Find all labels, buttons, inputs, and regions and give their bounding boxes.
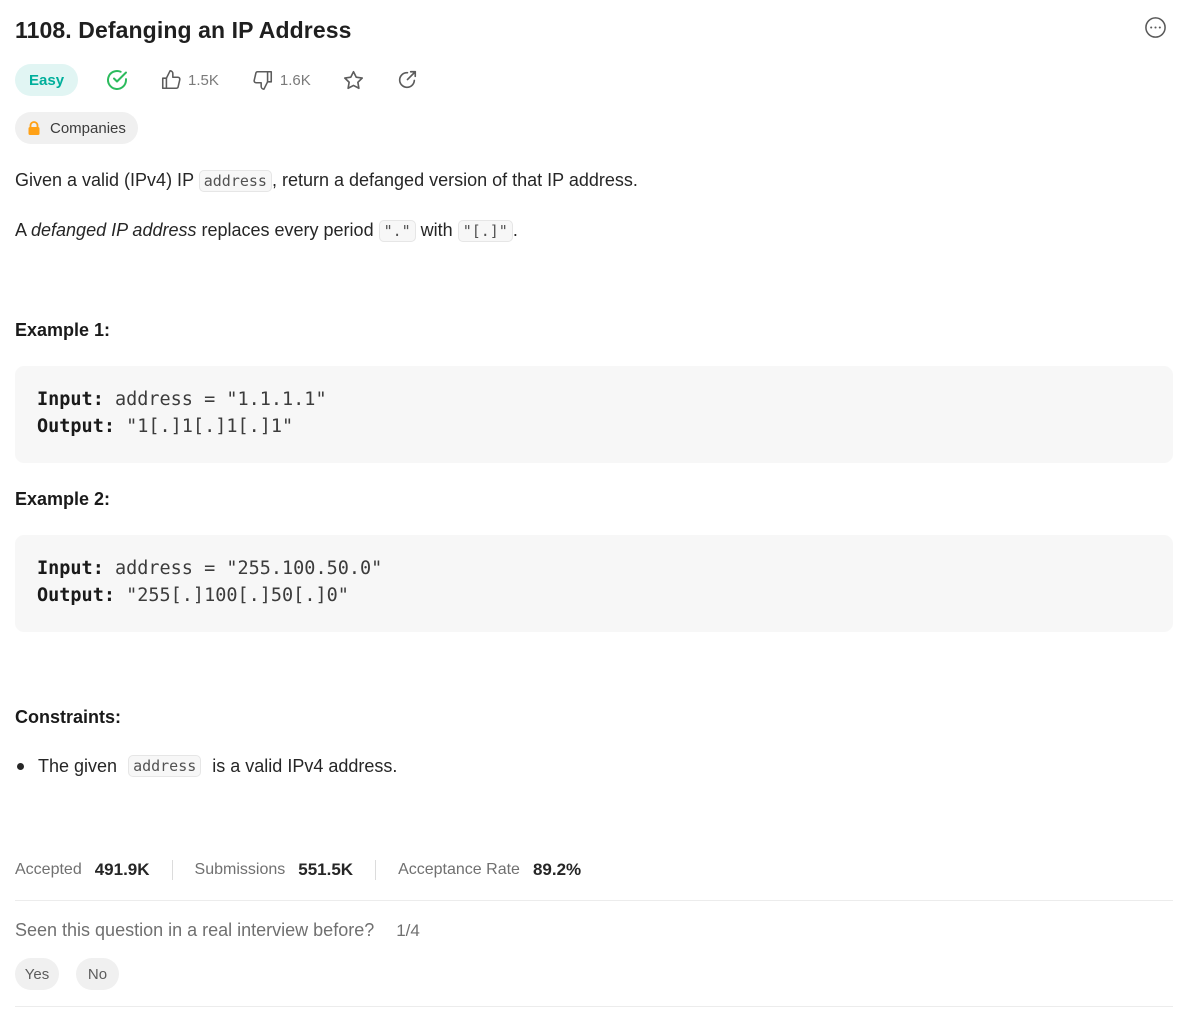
share-icon xyxy=(396,69,418,91)
share-button[interactable] xyxy=(396,69,418,91)
acceptance-rate-value: 89.2% xyxy=(532,860,582,879)
submissions-label: Submissions xyxy=(194,861,286,878)
problem-title[interactable]: 1108. Defanging an IP Address xyxy=(15,17,352,44)
example-2-block: Input: address = "255.100.50.0" Output: … xyxy=(15,535,1173,632)
input-label: Input: xyxy=(37,389,104,410)
companies-tag[interactable]: Companies xyxy=(15,112,138,144)
stat-divider xyxy=(375,860,377,880)
solved-check-icon xyxy=(105,68,129,92)
constraints-heading: Constraints: xyxy=(15,707,122,727)
like-button[interactable]: 1.5K xyxy=(160,69,219,91)
difficulty-badge: Easy xyxy=(15,64,79,96)
accepted-label: Accepted xyxy=(15,861,82,878)
thumbs-down-icon xyxy=(252,69,274,91)
no-button[interactable]: No xyxy=(76,958,119,990)
output-value: "1[.]1[.]1[.]1" xyxy=(114,416,294,437)
stat-divider xyxy=(171,860,173,880)
star-icon xyxy=(342,69,365,92)
interview-question: Seen this question in a real interview b… xyxy=(15,920,420,941)
interview-fraction: 1/4 xyxy=(396,920,420,940)
solved-indicator xyxy=(105,68,129,92)
title-row: 1108. Defanging an IP Address xyxy=(15,13,1170,47)
description-text: replaces every period xyxy=(196,220,379,240)
description-text: A xyxy=(15,220,32,240)
bullet-dot xyxy=(17,762,24,770)
output-label: Output: xyxy=(37,585,115,606)
dislike-count: 1.6K xyxy=(279,71,311,89)
emphasis-text: defanged IP address xyxy=(31,220,197,240)
description-text: Given a valid (IPv4) IP xyxy=(15,170,199,190)
description-text: , return a defanged version of that IP a… xyxy=(271,170,638,190)
interview-question-text: Seen this question in a real interview b… xyxy=(15,920,375,940)
output-value: "255[.]100[.]50[.]0" xyxy=(114,585,349,606)
divider xyxy=(15,1006,1173,1007)
description-paragraph-1: Given a valid (IPv4) IP address, return … xyxy=(15,168,638,193)
input-value: address = "255.100.50.0" xyxy=(103,558,383,579)
output-label: Output: xyxy=(37,416,115,437)
description-paragraph-2: A defanged IP address replaces every per… xyxy=(15,218,518,243)
problem-description-panel: 1108. Defanging an IP Address Easy 1.5K … xyxy=(0,0,1177,1018)
problem-meta-row: Easy 1.5K 1.6K xyxy=(15,63,418,97)
input-label: Input: xyxy=(37,558,104,579)
constraint-text: is a valid IPv4 address. xyxy=(207,755,398,776)
companies-label: Companies xyxy=(50,119,126,137)
accepted-value: 491.9K xyxy=(94,860,150,879)
more-icon xyxy=(1144,16,1167,44)
inline-code: "[.]" xyxy=(457,220,513,242)
example-output-line: Output: "255[.]100[.]50[.]0" xyxy=(37,582,1173,609)
constraint-item: The given address is a valid IPv4 addres… xyxy=(15,755,397,777)
submission-stats: Accepted 491.9K Submissions 551.5K Accep… xyxy=(15,857,581,883)
description-text: with xyxy=(415,220,458,240)
acceptance-rate-label: Acceptance Rate xyxy=(398,861,520,878)
lock-icon xyxy=(27,120,41,136)
constraint-text: The given xyxy=(38,755,123,776)
inline-code: address xyxy=(128,755,202,777)
example-output-line: Output: "1[.]1[.]1[.]1" xyxy=(37,413,1173,440)
inline-code: address xyxy=(198,170,272,192)
example-input-line: Input: address = "1.1.1.1" xyxy=(37,386,1173,413)
submissions-value: 551.5K xyxy=(298,860,354,879)
inline-code: "." xyxy=(378,220,416,242)
example-1-heading: Example 1: xyxy=(15,320,111,340)
like-count: 1.5K xyxy=(188,71,219,89)
yes-button[interactable]: Yes xyxy=(15,958,59,990)
example-2-heading: Example 2: xyxy=(15,489,111,509)
thumbs-up-icon xyxy=(160,69,182,91)
example-1-block: Input: address = "1.1.1.1" Output: "1[.]… xyxy=(15,366,1173,463)
input-value: address = "1.1.1.1" xyxy=(103,389,327,410)
divider xyxy=(15,900,1173,901)
dislike-button[interactable]: 1.6K xyxy=(252,69,311,91)
example-input-line: Input: address = "255.100.50.0" xyxy=(37,555,1173,582)
description-text: . xyxy=(512,220,518,240)
favorite-button[interactable] xyxy=(342,69,365,92)
more-button[interactable] xyxy=(1143,16,1167,44)
